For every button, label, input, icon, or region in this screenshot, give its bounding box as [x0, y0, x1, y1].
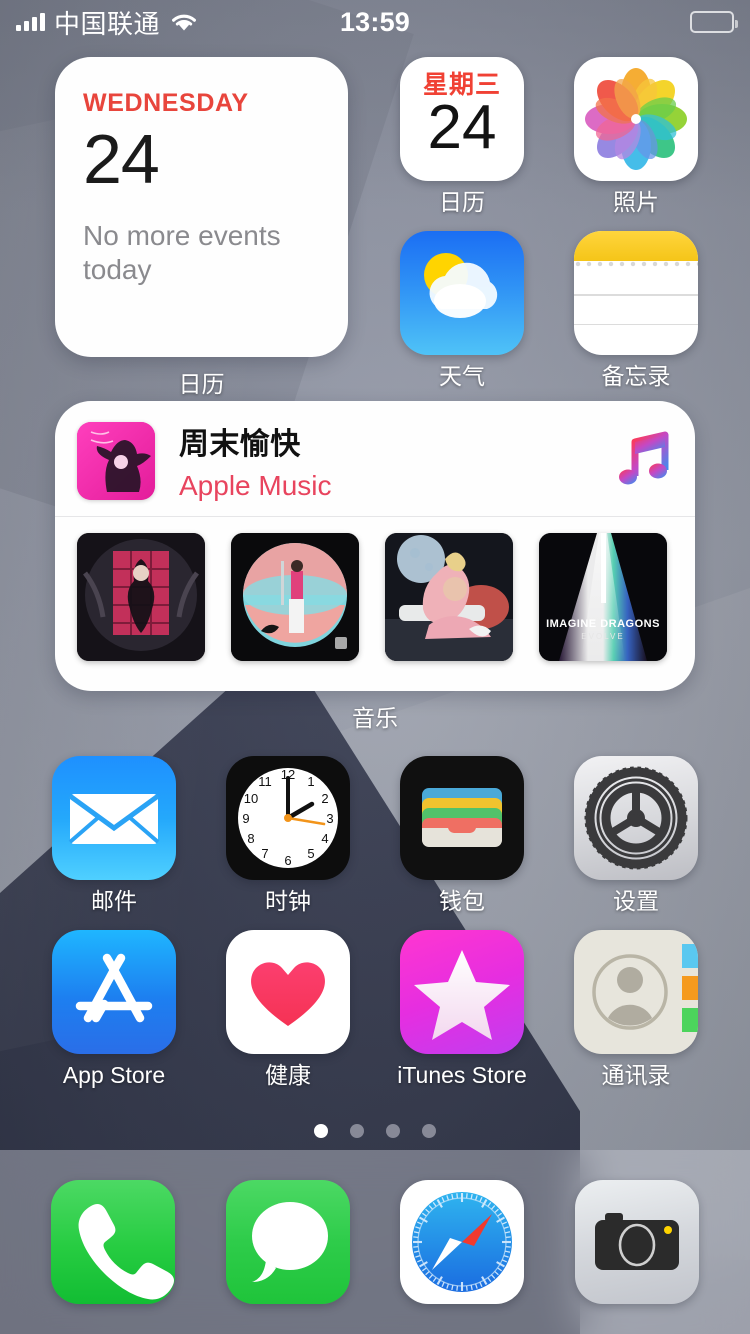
- camera-icon: [574, 1180, 699, 1304]
- app-itunes-label: iTunes Store: [397, 1062, 527, 1088]
- calendar-widget-events: No more events today: [83, 219, 281, 286]
- dock-app-safari[interactable]: [400, 1180, 525, 1304]
- dock-app-messages[interactable]: [225, 1180, 350, 1304]
- carrier-name: 中国联通: [54, 8, 161, 39]
- clock-icon: 12 1 2 345 678 9 10 11: [226, 756, 350, 880]
- contacts-tabs: [682, 944, 698, 1032]
- app-wallet[interactable]: 钱包: [391, 756, 533, 914]
- app-appstore[interactable]: App Store: [43, 930, 185, 1088]
- music-widget-subtitle: Apple Music: [179, 470, 332, 501]
- dock: [0, 1150, 750, 1334]
- settings-gear-icon: [574, 756, 698, 880]
- wifi-icon: [169, 11, 199, 33]
- weather-icon: [400, 231, 524, 355]
- album-art-4[interactable]: IMAGINE DRAGONS EVOLVE: [539, 533, 667, 661]
- music-widget-text: 周末愉快 Apple Music: [179, 419, 615, 502]
- app-appstore-label: App Store: [62, 1062, 166, 1088]
- dock-app-phone[interactable]: [51, 1180, 176, 1304]
- phone-icon: [51, 1180, 176, 1304]
- page-indicator[interactable]: [0, 1124, 750, 1138]
- contacts-icon: [574, 930, 698, 1054]
- svg-text:1: 1: [307, 774, 314, 789]
- music-widget-label: 音乐: [352, 705, 398, 731]
- app-wallet-label: 钱包: [439, 888, 485, 914]
- svg-text:10: 10: [244, 791, 258, 806]
- app-photos[interactable]: 照片: [565, 57, 707, 215]
- app-health[interactable]: 健康: [217, 930, 359, 1088]
- music-widget-album-row: IMAGINE DRAGONS EVOLVE: [55, 517, 695, 661]
- svg-text:2: 2: [321, 791, 328, 806]
- calendar-icon-day: 24: [427, 93, 497, 162]
- page-dot-2[interactable]: [350, 1124, 364, 1138]
- notes-icon: [574, 231, 698, 355]
- album-4-caption: IMAGINE DRAGONS: [546, 618, 660, 630]
- calendar-widget[interactable]: WEDNESDAY 24 No more events today: [55, 57, 348, 357]
- page-dot-4[interactable]: [422, 1124, 436, 1138]
- calendar-widget-day: 24: [83, 120, 160, 198]
- svg-text:7: 7: [261, 846, 268, 861]
- app-contacts[interactable]: 通讯录: [565, 930, 707, 1088]
- album-art-3[interactable]: [385, 533, 513, 661]
- wallet-icon: [400, 756, 524, 880]
- cellular-signal-icon: [16, 13, 45, 31]
- status-bar-right: [690, 11, 738, 33]
- music-widget-title: 周末愉快: [179, 428, 301, 461]
- app-notes-label: 备忘录: [601, 363, 671, 389]
- app-health-label: 健康: [265, 1062, 311, 1088]
- svg-text:8: 8: [247, 831, 254, 846]
- page-dot-1[interactable]: [314, 1124, 328, 1138]
- app-clock[interactable]: 12 1 2 345 678 9 10 11 时钟: [217, 756, 359, 914]
- app-settings[interactable]: 设置: [565, 756, 707, 914]
- safari-compass-icon: [400, 1180, 525, 1304]
- music-widget[interactable]: 周末愉快 Apple Music IMAGINE DRAGONS EVOLVE: [55, 401, 695, 691]
- app-mail-label: 邮件: [91, 888, 137, 914]
- photos-icon: [574, 57, 698, 181]
- status-bar-left: 中国联通: [16, 4, 199, 41]
- app-notes[interactable]: 备忘录: [565, 231, 707, 389]
- messages-icon: [225, 1180, 350, 1304]
- app-photos-label: 照片: [613, 189, 659, 215]
- calendar-icon: 星期三 24: [400, 57, 524, 181]
- status-bar: 中国联通 13:59: [0, 0, 750, 44]
- page-dot-3[interactable]: [386, 1124, 400, 1138]
- app-calendar-label: 日历: [439, 189, 485, 215]
- dock-app-camera[interactable]: [574, 1180, 699, 1304]
- home-screen-grid: WEDNESDAY 24 No more events today 日历 星期三…: [0, 44, 750, 1144]
- itunes-star-icon: [400, 930, 524, 1054]
- app-mail[interactable]: 邮件: [43, 756, 185, 914]
- health-heart-icon: [226, 930, 350, 1054]
- album-art-1[interactable]: [77, 533, 205, 661]
- svg-text:5: 5: [307, 846, 314, 861]
- svg-text:9: 9: [242, 811, 249, 826]
- album-art-2[interactable]: [231, 533, 359, 661]
- music-widget-album-thumbnail: [77, 421, 155, 500]
- app-store-icon: [52, 930, 176, 1054]
- album-4-caption2: EVOLVE: [581, 632, 624, 641]
- app-contacts-label: 通讯录: [601, 1062, 671, 1088]
- app-clock-label: 时钟: [265, 888, 311, 914]
- mail-icon: [52, 756, 176, 880]
- svg-text:6: 6: [284, 853, 291, 868]
- svg-text:11: 11: [258, 774, 272, 789]
- calendar-widget-weekday: WEDNESDAY: [83, 89, 249, 117]
- calendar-widget-label: 日历: [178, 371, 225, 397]
- app-weather-label: 天气: [439, 363, 485, 389]
- svg-text:3: 3: [326, 811, 333, 826]
- app-weather[interactable]: 天气: [391, 231, 533, 389]
- apple-music-note-icon: [615, 430, 673, 492]
- app-settings-label: 设置: [613, 888, 659, 914]
- music-widget-header: 周末愉快 Apple Music: [55, 401, 695, 516]
- app-calendar[interactable]: 星期三 24 日历: [391, 57, 533, 215]
- svg-text:4: 4: [321, 831, 328, 846]
- app-itunes[interactable]: iTunes Store: [391, 930, 533, 1088]
- battery-icon: [690, 11, 738, 33]
